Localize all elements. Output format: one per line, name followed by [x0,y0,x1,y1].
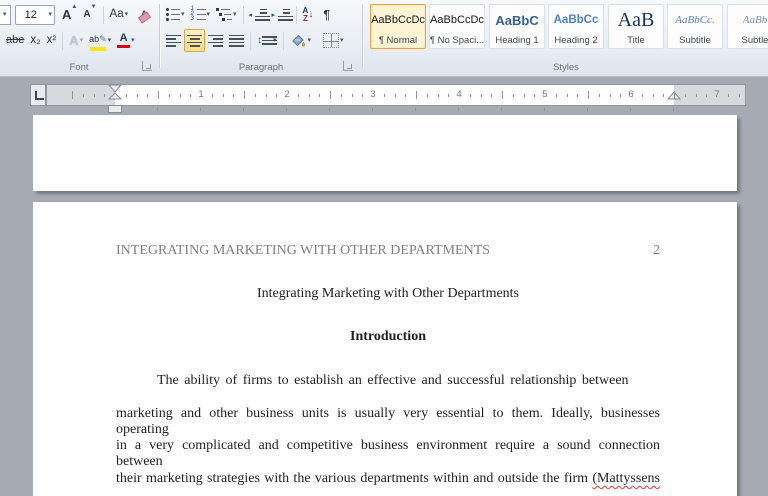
multilevel-list-icon [216,8,233,21]
line-spacing-button[interactable]: ↕ ▾ [254,29,280,52]
strikethrough-button[interactable]: abe [3,29,27,52]
justify-button[interactable] [226,29,247,52]
align-center-button[interactable] [184,29,205,52]
ruler-inch-number: 5 [542,89,548,100]
font-group: ▾ 12 ▾ A ▲ A ▼ Aa▾ A abe [0,0,158,76]
shading-button[interactable]: ▾ [287,29,315,52]
styles-group: AaBbCcDc ¶ Normal AaBbCcDc ¶ No Spaci...… [364,0,768,76]
numbering-icon: 1 2 3 [191,6,206,22]
font-size-dropdown-icon[interactable]: ▾ [46,11,54,18]
highlight-color-button[interactable]: ab✎ ▾ [86,29,114,52]
font-size-combo[interactable]: 12 ▾ [15,4,55,25]
numbering-button[interactable]: 1 2 3 ▾ [188,3,214,26]
style-subtitle[interactable]: AaBbCc. Subtitle [667,4,723,49]
font-color-swatch [117,44,131,49]
multilevel-list-button[interactable]: ▾ [213,3,240,26]
left-tab-icon [35,91,44,100]
paragraph-dialog-launcher[interactable] [343,61,353,71]
body-line-2: marketing and other business units is us… [116,406,660,437]
ruler-inch-number: 6 [628,89,634,100]
style-subtle-emphasis[interactable]: AaBb Subtle [727,4,768,49]
grow-font-button[interactable]: A ▲ [59,3,80,26]
style-heading-1[interactable]: AaBbC Heading 1 [489,4,545,49]
first-line-indent-marker[interactable] [108,84,122,100]
sort-arrow-icon: ↓ [308,9,314,20]
align-right-icon [208,34,223,47]
change-case-button[interactable]: Aa ▾ [107,3,132,26]
font-group-label: Font [69,62,89,73]
pen-icon: ✎ [99,34,107,45]
shrink-font-arrow-icon: ▼ [90,4,97,10]
show-paragraph-marks-button[interactable]: ¶ [320,3,333,26]
clear-formatting-button[interactable]: A [137,3,152,26]
paragraph-group-label: Paragraph [238,62,284,73]
ruler-inch-number: 1 [198,89,204,100]
borders-button[interactable]: ▾ [320,29,347,52]
superscript-button[interactable]: x² [44,29,60,52]
justify-icon [229,34,244,47]
ruler-inch-number: 2 [284,89,290,100]
style-normal[interactable]: AaBbCcDc ¶ Normal [370,4,426,49]
ruler-inch-number: 3 [370,89,376,100]
ruler-inch-number: 4 [456,89,462,100]
bullets-icon [166,8,180,21]
font-size-value: 12 [24,8,37,21]
paragraph-group: ▾ 1 2 3 ▾ ▾ ◂ ▸ A Z ↓ ¶ ↕ ▾ ▾ ▾ Paragrap… [161,0,361,76]
running-head: INTEGRATING MARKETING WITH OTHER DEPARTM… [116,243,491,258]
align-left-button[interactable] [163,29,184,52]
ribbon-home-tab: ▾ 12 ▾ A ▲ A ▼ Aa▾ A abe [0,0,768,77]
sort-button[interactable]: A Z ↓ [300,3,317,26]
shrink-font-button[interactable]: A ▼ [80,3,99,26]
subscript-button[interactable]: x₂ [27,29,43,52]
group-separator [159,4,160,68]
ruler-area: 1 2 3 4 5 6 7 [0,77,768,115]
ruler-inch-number: 7 [714,89,720,100]
body-line-3: in a very complicated and competitive bu… [116,438,660,469]
highlight-color-swatch [89,47,106,51]
bullets-button[interactable]: ▾ [163,3,188,26]
page-number: 2 [653,243,660,258]
misspelled-word: (Mattyssens [592,471,660,486]
group-separator [362,4,363,68]
font-color-button[interactable]: A ▾ [114,29,138,52]
align-center-icon [187,34,202,47]
right-arrow-icon: ▸ [271,12,276,19]
tab-selector[interactable] [30,84,46,106]
decrease-indent-button[interactable]: ◂ [247,3,270,26]
borders-grid-icon [323,33,340,48]
paint-bucket-icon [291,34,305,47]
section-heading: Introduction [350,329,426,344]
increase-indent-button[interactable]: ▸ [270,3,293,26]
font-name-combo-partial[interactable]: ▾ [0,4,11,25]
style-title[interactable]: AaB Title [608,4,664,49]
style-no-spacing[interactable]: AaBbCcDc ¶ No Spaci... [429,4,485,49]
body-line-4: their marketing strategies with the vari… [116,471,660,486]
font-dialog-launcher[interactable] [142,61,152,71]
document-title: Integrating Marketing with Other Departm… [256,286,520,301]
page-2[interactable]: INTEGRATING MARKETING WITH OTHER DEPARTM… [33,202,737,496]
page-1-bottom[interactable] [33,115,737,191]
text-effects-button[interactable]: A ▾ [66,29,86,52]
styles-group-label: Styles [553,62,579,73]
ruler-bar[interactable]: 1 2 3 4 5 6 7 [46,84,746,106]
left-arrow-icon: ◂ [248,12,253,19]
style-heading-2[interactable]: AaBbCc Heading 2 [548,4,604,49]
grow-font-arrow-icon: ▲ [71,4,78,10]
align-left-icon [166,34,181,47]
align-right-button[interactable] [205,29,226,52]
page-header: INTEGRATING MARKETING WITH OTHER DEPARTM… [116,243,660,259]
left-indent-marker[interactable] [108,105,122,113]
body-line-1: The ability of firms to establish an eff… [157,373,629,388]
